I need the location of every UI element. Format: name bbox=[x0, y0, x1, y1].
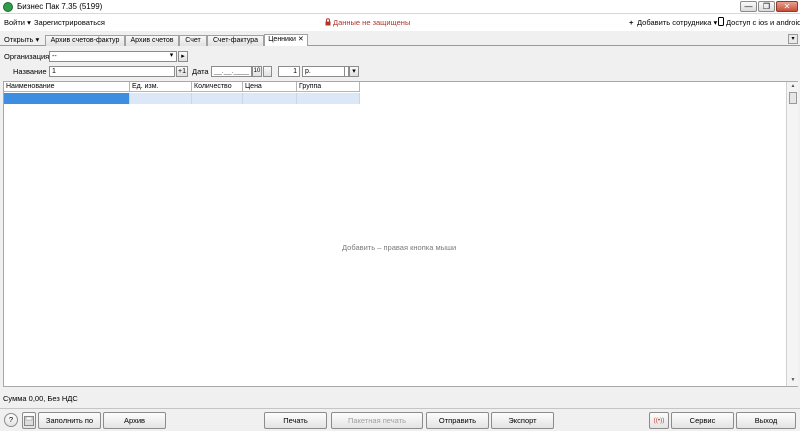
open-menu[interactable]: Открыть ▾ bbox=[4, 35, 39, 44]
fill-by-button[interactable]: Заполнить по bbox=[38, 412, 101, 429]
archive-button[interactable]: Архив bbox=[103, 412, 166, 429]
name-increment-button[interactable]: +1 bbox=[176, 66, 188, 77]
currency-dropdown-button[interactable]: ▾ bbox=[349, 66, 359, 77]
service-button[interactable]: Сервис bbox=[671, 412, 734, 429]
floppy-icon bbox=[24, 416, 34, 426]
mobile-access-link[interactable]: Доступ с ios и android bbox=[726, 18, 800, 27]
grid-cell[interactable] bbox=[192, 93, 243, 104]
save-icon[interactable] bbox=[22, 412, 36, 429]
tab-accounts-archive[interactable]: Архив счетов bbox=[125, 35, 179, 46]
bottom-toolbar: ? Заполнить по Архив Печать Пакетная печ… bbox=[0, 408, 800, 431]
currency-field[interactable]: р. bbox=[302, 66, 345, 77]
exit-button[interactable]: Выход bbox=[736, 412, 796, 429]
column-header-group[interactable]: Группа bbox=[297, 82, 360, 92]
name-label: Название bbox=[13, 67, 47, 76]
close-button[interactable]: ✕ bbox=[776, 1, 798, 12]
items-grid[interactable]: Наименование Ед. изм. Количество Цена Гр… bbox=[3, 81, 798, 387]
column-header-name[interactable]: Наименование bbox=[4, 82, 130, 92]
lock-icon bbox=[325, 18, 331, 26]
menu-bar: Войти ▾ Зарегистрироваться Данные не защ… bbox=[0, 14, 800, 31]
tab-account[interactable]: Счет bbox=[179, 35, 207, 46]
print-button[interactable]: Печать bbox=[264, 412, 327, 429]
grid-cell[interactable] bbox=[243, 93, 297, 104]
grid-cell[interactable] bbox=[297, 93, 360, 104]
grid-cell-active[interactable] bbox=[4, 93, 130, 104]
tab-invoice[interactable]: Счет-фактура bbox=[207, 35, 264, 46]
send-button[interactable]: Отправить bbox=[426, 412, 489, 429]
date-day-field[interactable]: 10 bbox=[252, 66, 262, 77]
scroll-down-icon[interactable]: ▼ bbox=[788, 377, 798, 384]
organization-label: Организация bbox=[4, 52, 50, 61]
grid-cell[interactable] bbox=[130, 93, 192, 104]
maximize-button[interactable]: ❐ bbox=[758, 1, 775, 12]
calendar-icon[interactable] bbox=[263, 66, 272, 77]
column-header-quantity[interactable]: Количество bbox=[192, 82, 243, 92]
minimize-button[interactable]: — bbox=[740, 1, 757, 12]
batch-print-button[interactable]: Пакетная печать bbox=[331, 412, 423, 429]
column-header-unit[interactable]: Ед. изм. bbox=[130, 82, 192, 92]
vertical-scrollbar[interactable]: ▲ ▼ bbox=[786, 82, 798, 386]
tab-price-tags[interactable]: Ценники ✕ bbox=[264, 34, 308, 46]
security-warning[interactable]: Данные не защищены bbox=[333, 18, 410, 27]
column-header-price[interactable]: Цена bbox=[243, 82, 297, 92]
broadcast-icon[interactable]: ((•)) bbox=[649, 412, 669, 429]
plus-icon: + bbox=[629, 18, 634, 27]
window-title: Бизнес Пак 7.35 (5199) bbox=[17, 2, 103, 11]
date-input[interactable]: __.__.____ bbox=[211, 66, 252, 77]
phone-icon bbox=[718, 17, 724, 26]
scroll-up-icon[interactable]: ▲ bbox=[788, 83, 798, 90]
date-label: Дата bbox=[192, 67, 209, 76]
tab-list-dropdown[interactable]: ▾ bbox=[788, 34, 798, 44]
name-input[interactable]: 1 bbox=[49, 66, 175, 77]
number-input[interactable]: 1 bbox=[278, 66, 300, 77]
empty-grid-hint: Добавить – правая кнопка мыши bbox=[342, 243, 457, 252]
help-button[interactable]: ? bbox=[4, 413, 18, 427]
organization-select[interactable]: -- bbox=[49, 51, 177, 62]
organization-dropdown-icon[interactable]: ▾ bbox=[166, 51, 177, 62]
register-link[interactable]: Зарегистрироваться bbox=[34, 18, 105, 27]
sum-status: Сумма 0,00, Без НДС bbox=[3, 394, 78, 403]
export-button[interactable]: Экспорт bbox=[491, 412, 554, 429]
title-bar: Бизнес Пак 7.35 (5199) — ❐ ✕ bbox=[0, 0, 800, 14]
login-menu[interactable]: Войти ▾ bbox=[4, 18, 31, 27]
app-logo-icon bbox=[3, 2, 13, 12]
tab-bar: Открыть ▾ Архив счетов-фактур Архив счет… bbox=[0, 32, 800, 46]
add-employee-menu[interactable]: Добавить сотрудника ▾ bbox=[637, 18, 717, 27]
organization-open-button[interactable]: ▸ bbox=[178, 51, 188, 62]
scroll-thumb[interactable] bbox=[789, 92, 797, 104]
tab-invoices-archive[interactable]: Архив счетов-фактур bbox=[45, 35, 125, 46]
